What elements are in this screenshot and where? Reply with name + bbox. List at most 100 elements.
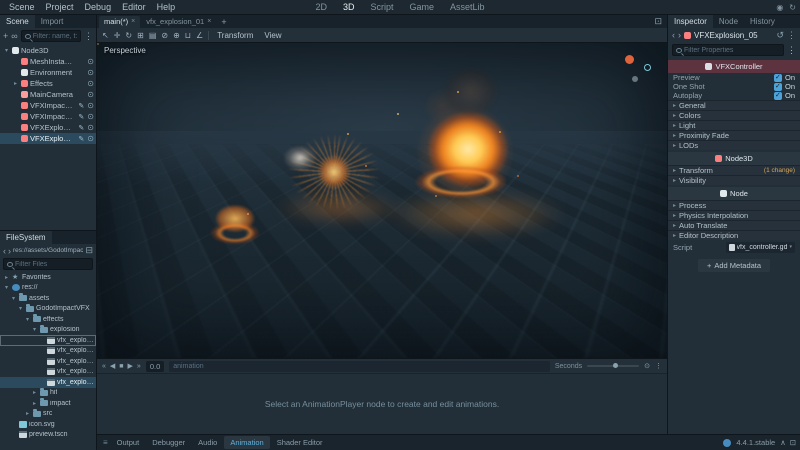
expand-arrow-icon[interactable]: ▸	[24, 410, 31, 417]
bottom-panel-tab[interactable]: Output	[111, 436, 146, 449]
expand-arrow-icon[interactable]: ▾	[3, 47, 10, 54]
bottom-panel-tab[interactable]: Audio	[192, 436, 223, 449]
timeline-units-dropdown[interactable]: Seconds	[555, 363, 582, 370]
inspector-section[interactable]: Physics Interpolation	[668, 210, 800, 220]
animation-time-field[interactable]: 0.0	[145, 360, 165, 372]
visibility-toggle-icon[interactable]: ⊙	[87, 123, 94, 132]
inspector-section[interactable]: Light	[668, 120, 800, 130]
inspector-section[interactable]: LODs	[668, 140, 800, 150]
scene-tree-node[interactable]: MainCamera ✎ ⊙	[0, 89, 96, 100]
history-list-icon[interactable]: ↺	[776, 30, 784, 41]
filter-menu-icon[interactable]: ⋮	[787, 45, 796, 56]
scene-dock-tab[interactable]: Scene	[0, 15, 35, 28]
filesystem-item[interactable]: vfx_explosion_04.tscn	[0, 367, 96, 378]
timeline-zoom-slider[interactable]	[587, 363, 640, 368]
expand-bottom-panel-icon[interactable]: ∧	[780, 438, 786, 447]
scene-filter-box[interactable]	[20, 30, 81, 42]
bottom-panel-tab[interactable]: Shader Editor	[271, 436, 329, 449]
filesystem-item[interactable]: ▸ impact	[0, 398, 96, 409]
scene-tree-node[interactable]: ▸ Effects ✎ ⊙	[0, 78, 96, 89]
move-tool-icon[interactable]: ✛	[114, 31, 121, 40]
category-vfxcontroller[interactable]: VFXController	[668, 60, 800, 73]
visibility-toggle-icon[interactable]: ⊙	[87, 57, 94, 66]
distraction-free-icon[interactable]: ⊡	[654, 16, 665, 27]
viewport-menu[interactable]: View	[261, 31, 284, 40]
list-select-tool-icon[interactable]: ▤	[149, 31, 157, 40]
scene-tree-node[interactable]: VFXImpact_01 ✎ ⊙	[0, 100, 96, 111]
checkbox[interactable]	[773, 82, 782, 91]
scene-tab[interactable]: vfx_explosion_01 ×	[141, 16, 216, 28]
bottom-panel-list-icon[interactable]: ≡	[101, 438, 110, 447]
inspector-section[interactable]: Process	[668, 200, 800, 210]
inspector-section[interactable]: Editor Description	[668, 230, 800, 240]
unlock-node-icon[interactable]: ⊕	[173, 31, 180, 40]
select-tool-icon[interactable]: ↖	[102, 31, 109, 40]
expand-arrow-icon[interactable]: ▸	[12, 80, 19, 87]
bottom-panel-tab[interactable]: Animation	[224, 436, 270, 449]
filesystem-item[interactable]: ▸ Favorites	[0, 272, 96, 283]
scene-filter-input[interactable]	[32, 32, 77, 40]
workspace-button[interactable]: 3D	[339, 2, 359, 12]
inspector-dock-tab[interactable]: Inspector	[668, 15, 713, 28]
checkbox[interactable]	[773, 73, 782, 82]
menu-item[interactable]: Scene	[4, 1, 40, 13]
menu-item[interactable]: Project	[41, 1, 79, 13]
expand-arrow-icon[interactable]: ▾	[24, 316, 31, 323]
filesystem-item[interactable]: ▾ explosion	[0, 324, 96, 336]
perspective-menu[interactable]: Perspective	[104, 46, 146, 55]
scale-tool-icon[interactable]: ⊞	[137, 31, 144, 40]
axis-z-handle[interactable]	[632, 76, 638, 82]
close-tab-icon[interactable]: ×	[207, 18, 211, 25]
view-axis-gizmo[interactable]	[623, 53, 653, 83]
filesystem-item[interactable]: vfx_explosion_05.tscn	[0, 377, 96, 388]
axis-x-handle[interactable]	[625, 55, 634, 64]
viewport-menu[interactable]: Transform	[214, 31, 256, 40]
nav-back-icon[interactable]: ‹	[3, 246, 6, 256]
inspector-section[interactable]: General	[668, 100, 800, 110]
history-back-icon[interactable]: ‹	[672, 30, 675, 40]
version-button[interactable]: 4.4.1.stable	[736, 438, 775, 447]
filesystem-item[interactable]: ▾ GodotImpactVFX	[0, 303, 96, 315]
axis-y-handle[interactable]	[644, 64, 651, 71]
workspace-button[interactable]: 2D	[311, 2, 331, 12]
file-filter-input[interactable]	[15, 260, 89, 268]
add-node-icon[interactable]: +	[3, 31, 8, 41]
scene-tree-node[interactable]: VFXExplosion_04 ✎ ⊙	[0, 122, 96, 133]
checkbox[interactable]	[773, 91, 782, 100]
filesystem-item[interactable]: ▾ res://	[0, 283, 96, 294]
inspector-section[interactable]: Colors	[668, 110, 800, 120]
expand-arrow-icon[interactable]: ▾	[31, 326, 38, 333]
category-node3d[interactable]: Node3D	[668, 152, 800, 165]
instantiate-scene-icon[interactable]: ∞	[11, 31, 17, 41]
filesystem-item[interactable]: icon.svg	[0, 419, 96, 430]
close-tab-icon[interactable]: ×	[131, 18, 135, 25]
property-filter-input[interactable]	[684, 46, 780, 54]
movie-maker-icon[interactable]: ◉	[776, 3, 783, 12]
inspector-section[interactable]: Proximity Fade	[668, 130, 800, 140]
menu-item[interactable]: Editor	[117, 1, 151, 13]
workspace-button[interactable]: Game	[406, 2, 439, 12]
go-to-start-icon[interactable]: «	[102, 363, 106, 370]
filesystem-item[interactable]: ▸ src	[0, 408, 96, 420]
filesystem-item[interactable]: ▾ assets	[0, 293, 96, 304]
scene-tab[interactable]: main(*) ×	[99, 15, 141, 28]
scene-tree-node[interactable]: MeshInstance3D ✎ ⊙	[0, 56, 96, 67]
menu-item[interactable]: Debug	[80, 1, 117, 13]
inspector-section[interactable]: Transform (1 change)	[668, 165, 800, 175]
filesystem-item[interactable]: ▾ effects	[0, 314, 96, 325]
visibility-toggle-icon[interactable]: ⊙	[87, 112, 94, 121]
update-continuously-icon[interactable]: ↻	[789, 3, 796, 12]
visibility-toggle-icon[interactable]: ⊙	[87, 101, 94, 110]
play-backwards-icon[interactable]: ◀	[110, 362, 115, 370]
workspace-button[interactable]: AssetLib	[446, 2, 489, 12]
scene-tree-node[interactable]: Environment ✎ ⊙	[0, 67, 96, 78]
stop-icon[interactable]: ■	[119, 363, 123, 370]
inspector-menu-icon[interactable]: ⋮	[787, 30, 796, 41]
expand-arrow-icon[interactable]: ▸	[31, 389, 38, 396]
filesystem-item[interactable]: vfx_explosion_02.tscn	[0, 346, 96, 357]
ruler-tool-icon[interactable]: ∠	[196, 31, 203, 40]
workspace-button[interactable]: Script	[366, 2, 397, 12]
pin-bottom-panel-icon[interactable]: ⊡	[790, 438, 796, 447]
inspector-dock-tab[interactable]: Node	[713, 15, 744, 28]
scene-tree-node[interactable]: VFXExplosion_05 ✎ ⊙	[0, 133, 96, 144]
